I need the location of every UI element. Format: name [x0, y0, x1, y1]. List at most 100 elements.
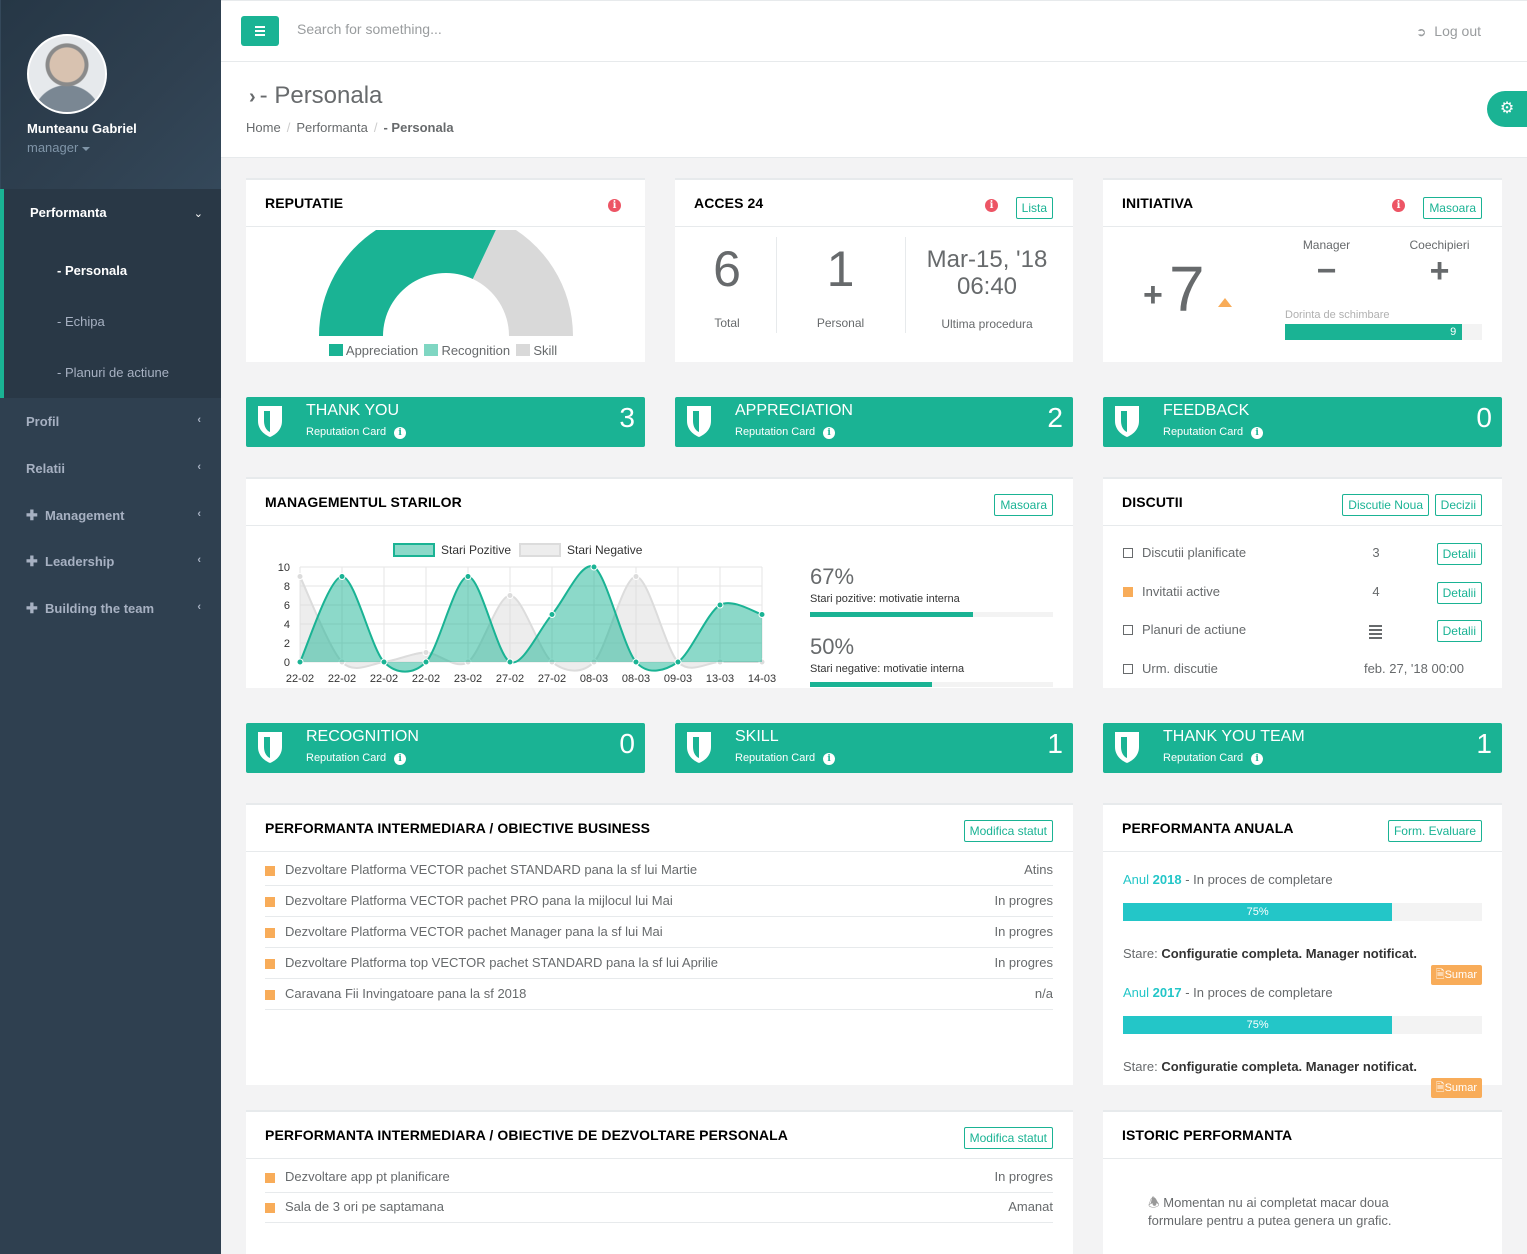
- info-icon[interactable]: i: [608, 199, 621, 212]
- sidebar-item-management[interactable]: ✚ Management ‹: [0, 492, 221, 538]
- year-heading: Anul 2018 - In proces de completare: [1123, 872, 1333, 887]
- x-tick-label: 09-03: [664, 673, 692, 685]
- status-square-icon: [265, 928, 275, 938]
- sidebar-item-performanta[interactable]: Performanta ⌄ - Personala - Echipa - Pla…: [0, 189, 221, 398]
- info-icon[interactable]: i: [1251, 753, 1264, 765]
- menu-toggle-button[interactable]: [241, 16, 279, 46]
- last-procedure-datetime: Mar-15, '18 06:40: [907, 246, 1067, 300]
- sidebar-subitem-planuri[interactable]: - Planuri de actiune: [57, 365, 169, 380]
- data-point: [590, 563, 598, 571]
- list-icon[interactable]: [1369, 625, 1382, 639]
- pos-progress: [810, 612, 1053, 617]
- rep-card-thank-you[interactable]: THANK YOU Reputation Card i 3: [246, 397, 645, 447]
- form-evaluare-button[interactable]: Form. Evaluare: [1387, 820, 1482, 842]
- rep-card-value: 2: [1047, 402, 1063, 433]
- breadcrumb-performanta[interactable]: Performanta: [296, 120, 368, 135]
- pos-label: Stari pozitive: motivatie interna: [810, 593, 960, 605]
- search-input[interactable]: [297, 21, 797, 37]
- breadcrumb-current: - Personala: [383, 120, 454, 135]
- data-point: [296, 573, 304, 580]
- user-role-dropdown[interactable]: manager: [27, 140, 91, 155]
- year-link[interactable]: Anul 2017: [1123, 985, 1182, 1000]
- breadcrumb-home[interactable]: Home: [246, 120, 281, 135]
- sidebar-item-leadership[interactable]: ✚ Leadership ‹: [0, 538, 221, 584]
- data-point: [506, 658, 514, 666]
- info-icon[interactable]: i: [1392, 199, 1405, 212]
- reputatie-gauge: [319, 230, 573, 336]
- rep-card-recognition[interactable]: RECOGNITION Reputation Card i 0: [246, 723, 645, 773]
- last-procedure-time: 06:40: [956, 273, 1018, 300]
- info-icon[interactable]: i: [1251, 427, 1264, 439]
- detalii-button[interactable]: Detalii: [1436, 543, 1482, 565]
- lista-button[interactable]: Lista: [1015, 197, 1053, 219]
- manager-minus-button[interactable]: −: [1279, 252, 1374, 291]
- last-procedure-date: Mar-15, '18: [926, 246, 1048, 273]
- info-icon[interactable]: i: [394, 753, 407, 765]
- objective-label: Caravana Fii Invingatoare pana la sf 201…: [285, 986, 527, 1001]
- checkbox-icon: [1123, 625, 1133, 635]
- rep-card-sub: Reputation Card i: [1163, 426, 1264, 439]
- discutii-row-value: 3: [1372, 545, 1380, 560]
- decizii-button[interactable]: Decizii: [1434, 494, 1482, 516]
- sidebar-item-label: Relatii: [26, 461, 66, 476]
- legend-swatch-appreciation: [329, 344, 343, 356]
- x-tick-label: 27-02: [496, 673, 524, 685]
- shield-icon: [1115, 406, 1139, 437]
- discutii-row-label: Urm. discutie: [1142, 661, 1218, 676]
- modifica-statut-button[interactable]: Modifica statut: [963, 1127, 1053, 1149]
- settings-gear-button[interactable]: ⚙: [1487, 91, 1527, 127]
- info-icon[interactable]: i: [823, 427, 836, 439]
- chevron-down-icon: ⌄: [193, 208, 203, 220]
- detalii-button[interactable]: Detalii: [1436, 582, 1482, 604]
- rep-card-skill[interactable]: SKILL Reputation Card i 1: [675, 723, 1073, 773]
- discutie-noua-button[interactable]: Discutie Noua: [1342, 494, 1429, 516]
- rep-card-feedback[interactable]: FEEDBACK Reputation Card i 0: [1103, 397, 1502, 447]
- sidebar-item-profil[interactable]: Profil ‹: [0, 398, 221, 444]
- rep-card-sub: Reputation Card i: [306, 752, 407, 765]
- year-progress-fill: 75%: [1123, 903, 1393, 921]
- masoara-button[interactable]: Masoara: [994, 494, 1053, 516]
- sumar-button[interactable]: 🗎Sumar: [1430, 965, 1482, 985]
- data-point: [506, 592, 514, 599]
- x-tick-label: 14-03: [748, 673, 776, 685]
- data-point: [758, 611, 766, 618]
- rep-card-title: RECOGNITION: [306, 728, 419, 745]
- year-prefix: Anul: [1123, 985, 1150, 1000]
- card-title: ISTORIC PERFORMANTA: [1122, 1127, 1293, 1143]
- rep-card-subtitle: Reputation Card: [735, 752, 816, 764]
- sidebar-item-relatii[interactable]: Relatii ‹: [0, 445, 221, 491]
- detalii-button[interactable]: Detalii: [1436, 620, 1482, 642]
- info-icon[interactable]: i: [823, 753, 836, 765]
- shield-icon: [687, 406, 711, 437]
- logout-link[interactable]: ➲ Log out: [1416, 23, 1481, 39]
- sidebar-subitem-echipa[interactable]: - Echipa: [57, 314, 105, 329]
- objective-label: Sala de 3 ori pe saptamana: [285, 1199, 444, 1214]
- rep-card-appreciation[interactable]: APPRECIATION Reputation Card i 2: [675, 397, 1073, 447]
- masoara-button[interactable]: Masoara: [1423, 197, 1482, 219]
- data-point: [674, 658, 682, 666]
- sumar-button[interactable]: 🗎Sumar: [1430, 1078, 1482, 1098]
- chevron-left-icon: ‹: [197, 461, 201, 473]
- obiective-personale-card: PERFORMANTA INTERMEDIARA / OBIECTIVE DE …: [246, 1110, 1073, 1254]
- info-icon[interactable]: i: [985, 199, 998, 212]
- istoric-card: ISTORIC PERFORMANTA 🕭 Momentan nu ai com…: [1103, 1110, 1502, 1254]
- sidebar-item-building-team[interactable]: ✚ Building the team ‹: [0, 585, 221, 631]
- info-icon[interactable]: i: [394, 427, 407, 439]
- dorinta-progress: 9: [1285, 324, 1482, 340]
- status-square-icon: [265, 1173, 275, 1183]
- avatar[interactable]: [27, 34, 107, 114]
- sidebar-subitem-personala[interactable]: - Personala: [57, 263, 127, 278]
- rep-card-thank-you-team[interactable]: THANK YOU TEAM Reputation Card i 1: [1103, 723, 1502, 773]
- card-title: DISCUTII: [1122, 494, 1183, 510]
- chevron-left-icon: ‹: [197, 414, 201, 426]
- coechipieri-plus-button[interactable]: +: [1392, 252, 1487, 291]
- coechipieri-label: Coechipieri: [1409, 238, 1470, 252]
- rep-card-subtitle: Reputation Card: [306, 752, 387, 764]
- data-point: [338, 573, 346, 580]
- sidebar-item-label: Management: [45, 508, 125, 523]
- manager-label: Manager: [1302, 238, 1351, 252]
- modifica-statut-button[interactable]: Modifica statut: [963, 820, 1053, 842]
- year-link[interactable]: Anul 2018: [1123, 872, 1182, 887]
- legend-appreciation: Appreciation: [345, 343, 419, 358]
- year-progress: 75%: [1123, 903, 1482, 921]
